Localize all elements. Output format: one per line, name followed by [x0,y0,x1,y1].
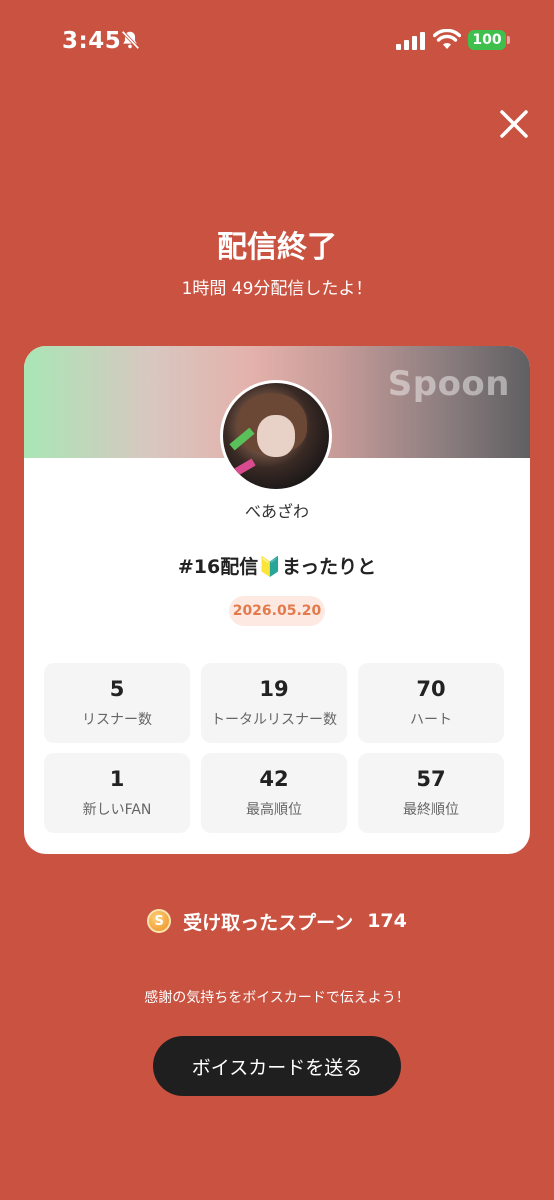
spoons-count: 174 [367,910,407,932]
stat-value: 1 [109,767,125,791]
avatar [220,380,332,492]
stat-label: リスナー数 [82,712,152,728]
stat-new-fans: 1 新しいFAN [44,753,190,833]
status-time: 3:45 [62,28,122,54]
live-title: #16配信🔰まったりと [177,556,377,578]
spoons-label: 受け取ったスプーン [183,911,354,934]
stat-value: 42 [259,767,289,791]
live-end-screen: 3:45 100 配信終了 1時間 49分配信したよ！ Spoon べあざわ #… [0,0,554,1200]
stat-listeners: 5 リスナー数 [44,663,190,743]
stat-final-rank: 57 最終順位 [358,753,504,833]
bell-slash-icon [121,30,140,50]
thanks-message: 感謝の気持ちをボイスカードで伝えよう！ [144,990,410,1006]
stat-value: 57 [416,767,446,791]
wifi-icon [433,29,461,49]
avatar-image [223,383,329,489]
spoon-coin-icon: S [147,909,172,933]
duration-text: 1時間 49分配信したよ！ [181,279,373,299]
avatar-face [257,415,295,457]
stat-hearts: 70 ハート [358,663,504,743]
battery-level: 100 [468,30,506,50]
stat-label: 新しいFAN [82,802,152,818]
stat-value: 5 [109,677,125,701]
stat-value: 19 [259,677,289,701]
avatar-accent-pink [234,458,256,476]
stat-label: トータルリスナー数 [211,712,337,728]
summary-card: Spoon べあざわ #16配信🔰まったりと 2026.05.20 5 リスナー… [24,346,530,854]
date-badge: 2026.05.20 [229,596,325,626]
send-voice-card-button[interactable]: ボイスカードを送る [153,1036,401,1096]
stat-label: ハート [410,712,452,728]
battery-icon: 100 [468,30,510,50]
stat-value: 70 [416,677,446,701]
stat-label: 最高順位 [246,802,302,818]
stat-total-listeners: 19 トータルリスナー数 [201,663,347,743]
page-title: 配信終了 [217,230,337,265]
battery-cap [507,36,510,44]
stat-label: 最終順位 [403,802,459,818]
close-icon[interactable] [494,104,534,144]
spoons-received: S 受け取ったスプーン 174 [0,906,554,936]
spoon-logo: Spoon [387,364,510,404]
username: べあざわ [244,502,309,521]
stat-highest-rank: 42 最高順位 [201,753,347,833]
signal-icon [396,32,425,50]
status-bar: 3:45 100 [0,0,554,86]
